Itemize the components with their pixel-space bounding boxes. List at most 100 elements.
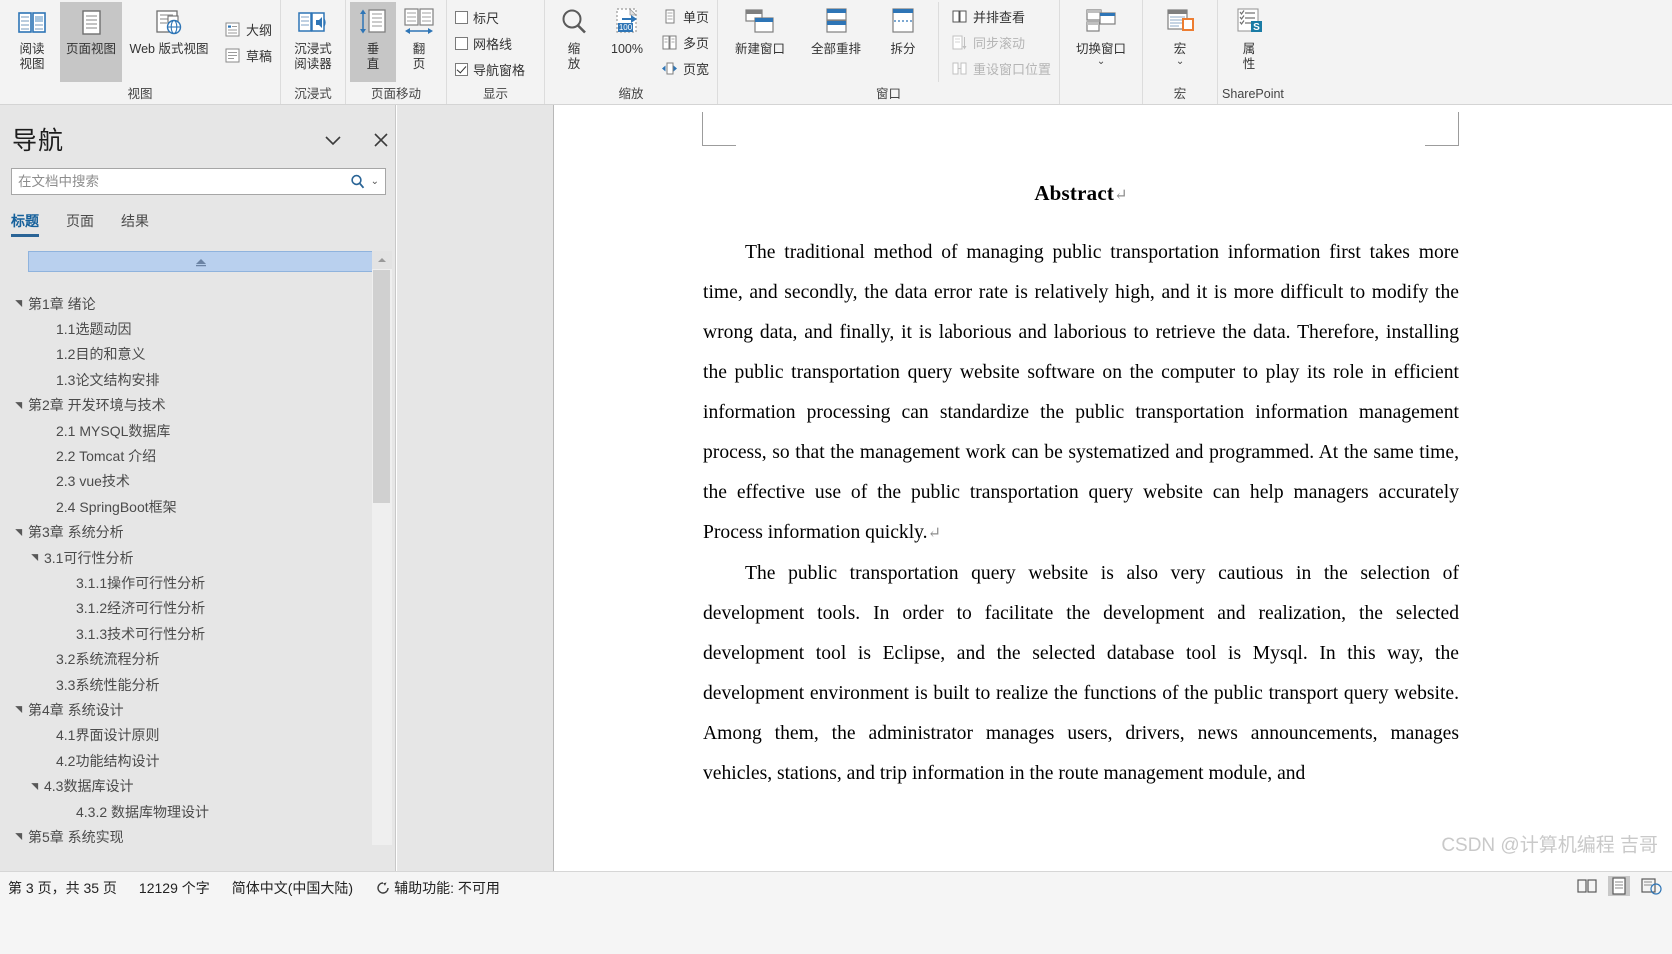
print-layout-label: 页面视图 (65, 42, 116, 56)
toc-item[interactable]: ◢ 第1章 绪论 (0, 291, 370, 316)
navigation-pane-close-button[interactable] (368, 127, 394, 153)
search-icon[interactable] (349, 173, 369, 191)
view-side-by-side-button[interactable]: 并排查看 (947, 3, 1055, 29)
toc-item[interactable]: ◢ 第5章 系统实现 (0, 824, 370, 849)
ribbon-group-zoom: 缩放 100 100% 单页 多页 页宽 缩放 (544, 0, 717, 104)
synchronous-scrolling-label: 同步滚动 (973, 35, 1026, 51)
watermark: CSDN @计算机编程 吉哥 (1441, 835, 1658, 856)
toc-item-label: 3.1.3技术可行性分析 (76, 625, 206, 642)
search-options-chevron-icon[interactable]: ⌄ (369, 176, 385, 187)
vertical-button[interactable]: 垂直 (350, 2, 397, 82)
toc-item[interactable]: 2.4 SpringBoot框架 (0, 494, 370, 519)
toc-item[interactable]: ◢ 3.1可行性分析 (0, 545, 370, 570)
document-text-body[interactable]: Abstract↵ The traditional method of mana… (703, 181, 1459, 794)
toc-item[interactable]: ◢ 第2章 开发环境与技术 (0, 393, 370, 418)
toc-item[interactable]: 1.2目的和意义 (0, 342, 370, 367)
status-language[interactable]: 简体中文(中国大陆) (232, 878, 353, 898)
zoom-100-button[interactable]: 100 100% (599, 2, 655, 82)
toc-item[interactable]: 2.2 Tomcat 介绍 (0, 443, 370, 468)
navigation-pane-checkbox-row[interactable]: 导航窗格 (451, 56, 529, 82)
chevron-down-icon-macros[interactable]: ⌄ (1176, 57, 1184, 67)
toc-item[interactable]: 3.1.3技术可行性分析 (0, 621, 370, 646)
table-of-contents-list: ◢ 第1章 绪论 1.1选题动因 1.2目的和意义 1.3论文结构安排 ◢ 第2章 开发环境… (0, 291, 370, 850)
sync-scroll-icon (951, 34, 968, 51)
toc-item[interactable]: 4.2功能结构设计 (0, 748, 370, 773)
switch-windows-icon (1084, 6, 1118, 40)
immersive-reader-label: 沉浸式 阅读器 (294, 42, 332, 71)
expand-triangle-icon[interactable]: ◢ (13, 526, 24, 539)
chevron-down-icon[interactable]: ⌄ (1097, 57, 1105, 67)
print-layout-view-icon[interactable] (1608, 876, 1630, 896)
zoom-100-label: 100% (611, 42, 643, 56)
toc-item[interactable]: 2.3 vue技术 (0, 469, 370, 494)
status-bar: 第 3 页，共 35 页 12129 个字 简体中文(中国大陆) 辅助功能: 不… (0, 871, 1672, 954)
toc-item[interactable]: ◢ 4.3数据库设计 (0, 773, 370, 798)
switch-windows-button[interactable]: 切换窗口 ⌄ (1064, 2, 1138, 82)
ruler-checkbox-row[interactable]: 标尺 (451, 4, 529, 30)
toc-item[interactable]: 1.3论文结构安排 (0, 367, 370, 392)
document-page[interactable]: Abstract↵ The traditional method of mana… (554, 105, 1672, 871)
arrange-all-button[interactable]: 全部重排 (798, 2, 874, 82)
tab-headings[interactable]: 标题 (11, 211, 39, 237)
toc-item-label: 第1章 绪论 (28, 295, 96, 312)
gridlines-checkbox-row[interactable]: 网格线 (451, 30, 529, 56)
outline-label: 大纲 (246, 22, 273, 38)
status-page-indicator[interactable]: 第 3 页，共 35 页 (8, 878, 117, 898)
toc-item[interactable]: 3.1.2经济可行性分析 (0, 596, 370, 621)
properties-button[interactable]: S 属性 (1222, 2, 1276, 82)
gridlines-checkbox[interactable] (455, 36, 469, 50)
web-layout-view-icon[interactable] (1640, 876, 1662, 896)
expand-triangle-icon[interactable]: ◢ (13, 830, 24, 843)
split-label: 拆分 (890, 42, 916, 56)
search-box[interactable]: ⌄ (11, 168, 386, 195)
toc-scrollbar-up-button[interactable] (372, 251, 392, 269)
zoom-button[interactable]: 缩放 (549, 2, 599, 82)
new-window-button[interactable]: 新建窗口 (722, 2, 798, 82)
reset-window-position-button: 重设窗口位置 (947, 55, 1055, 81)
search-input[interactable] (12, 174, 349, 189)
toc-item-label: 4.3.2 数据库物理设计 (76, 803, 210, 820)
toc-item[interactable]: 4.1界面设计原则 (0, 723, 370, 748)
split-button[interactable]: 拆分 (874, 2, 932, 82)
web-layout-button[interactable]: Web 版式视图 (122, 2, 216, 82)
properties-icon: S (1232, 6, 1266, 40)
toc-item[interactable]: 3.1.1操作可行性分析 (0, 570, 370, 595)
split-icon (886, 6, 920, 40)
toc-item[interactable]: 3.3系统性能分析 (0, 672, 370, 697)
status-bar-left: 第 3 页，共 35 页 12129 个字 简体中文(中国大陆) 辅助功能: 不… (8, 878, 500, 898)
page-width-button[interactable]: 页宽 (657, 55, 713, 81)
read-mode-view-icon[interactable] (1576, 876, 1598, 896)
toc-item[interactable]: ◢ 第4章 系统设计 (0, 697, 370, 722)
toc-scrollbar-thumb[interactable] (373, 270, 390, 503)
ribbon-group-page-movement: 垂直 翻 页 页面移动 (345, 0, 446, 104)
outline-button[interactable]: 大纲 (220, 16, 276, 42)
draft-button[interactable]: 草稿 (220, 42, 276, 68)
toc-item[interactable]: 1.1选题动因 (0, 316, 370, 341)
navigation-pane-checkbox[interactable] (455, 62, 469, 76)
immersive-reader-button[interactable]: 沉浸式 阅读器 (285, 2, 341, 82)
toc-selected-top-item[interactable] (28, 251, 374, 272)
group-label-views: 视图 (127, 87, 153, 101)
ruler-checkbox[interactable] (455, 10, 469, 24)
tab-results[interactable]: 结果 (121, 211, 149, 237)
tab-pages[interactable]: 页面 (66, 211, 94, 237)
multiple-pages-button[interactable]: 多页 (657, 29, 713, 55)
side-to-side-button[interactable]: 翻页 (396, 2, 442, 82)
toc-item[interactable]: ◢ 第3章 系统分析 (0, 520, 370, 545)
expand-triangle-icon[interactable]: ◢ (13, 703, 24, 716)
read-mode-button[interactable]: 阅读 视图 (4, 2, 60, 82)
expand-triangle-icon[interactable]: ◢ (29, 551, 40, 564)
one-page-button[interactable]: 单页 (657, 3, 713, 29)
status-word-count[interactable]: 12129 个字 (139, 878, 210, 898)
toc-item[interactable]: 4.3.2 数据库物理设计 (0, 799, 370, 824)
toc-item[interactable]: 3.2系统流程分析 (0, 646, 370, 671)
status-accessibility[interactable]: 辅助功能: 不可用 (375, 878, 500, 898)
navigation-tabs: 标题 页面 结果 (11, 211, 149, 237)
expand-triangle-icon[interactable]: ◢ (13, 297, 24, 310)
expand-triangle-icon[interactable]: ◢ (29, 780, 40, 793)
print-layout-button[interactable]: 页面视图 (60, 2, 122, 82)
expand-triangle-icon[interactable]: ◢ (13, 399, 24, 412)
navigation-pane-collapse-button[interactable] (320, 127, 346, 153)
macros-button[interactable]: 宏 ⌄ (1147, 2, 1213, 82)
toc-item[interactable]: 2.1 MYSQL数据库 (0, 418, 370, 443)
